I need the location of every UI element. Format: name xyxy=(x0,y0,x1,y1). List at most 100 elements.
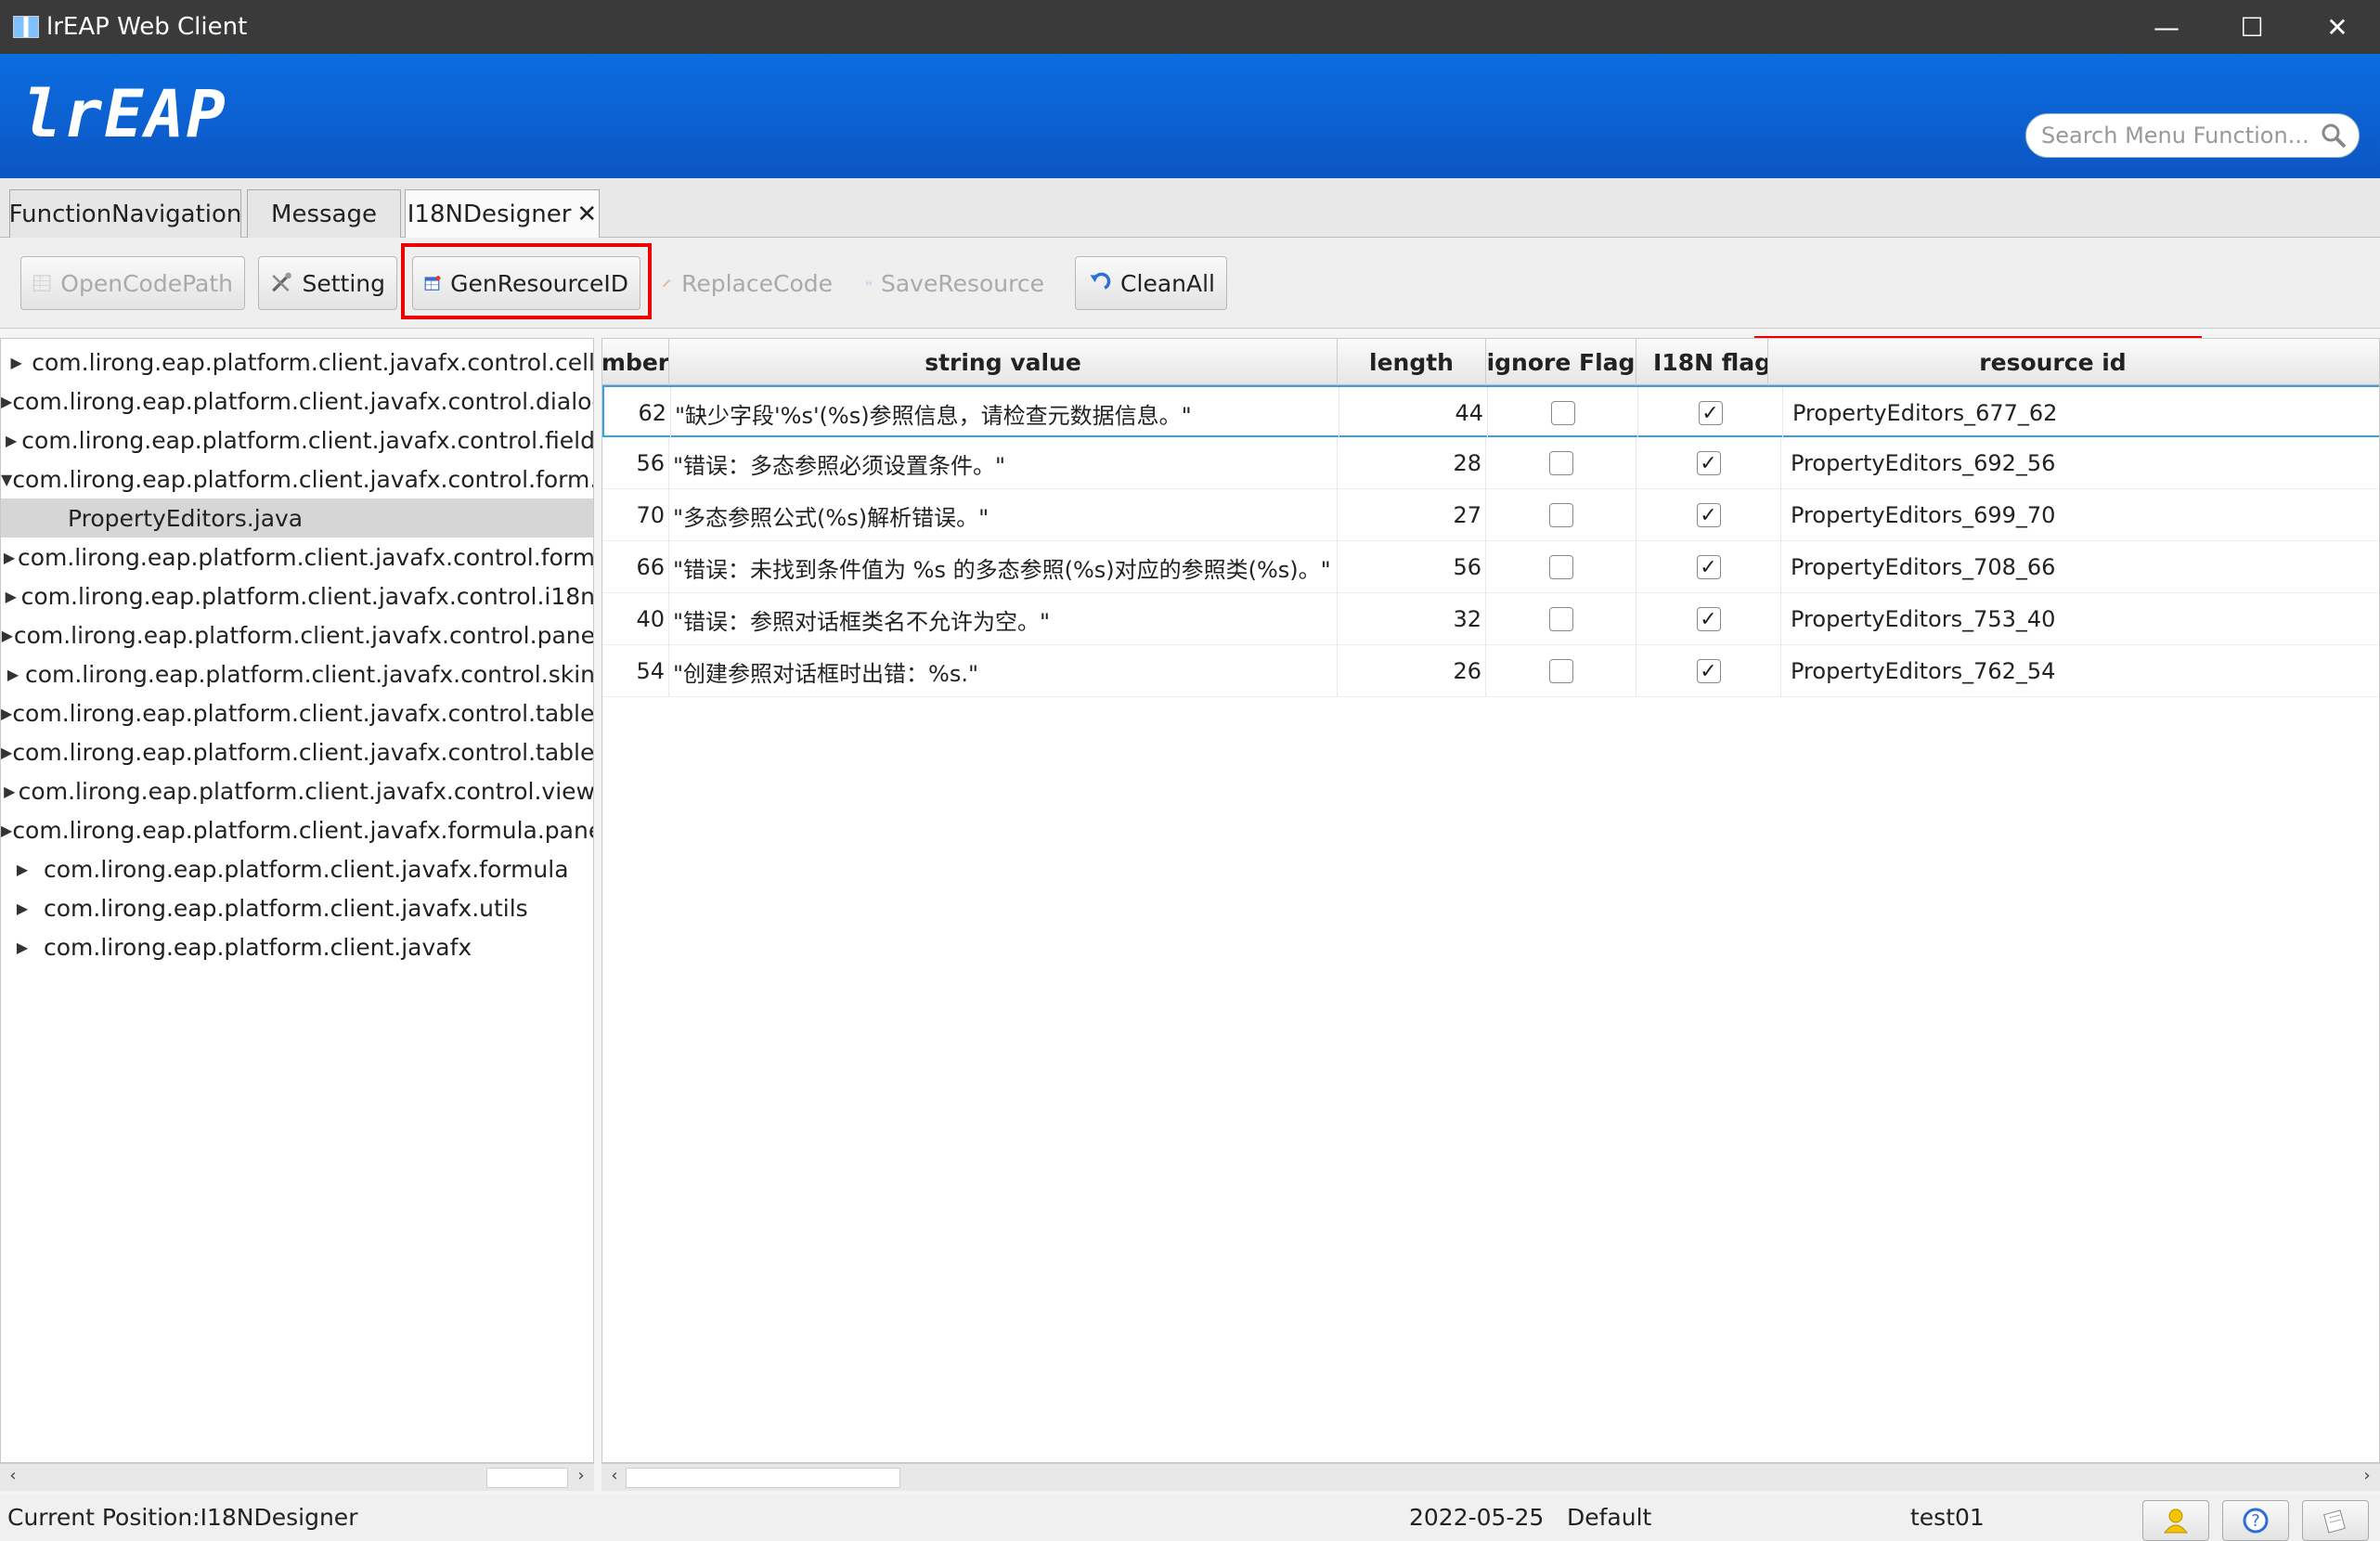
cell-number: 40 xyxy=(602,593,669,645)
tools-icon xyxy=(272,272,291,292)
maximize-button[interactable]: ☐ xyxy=(2209,0,2295,54)
tree-package-item[interactable]: ▶ com.lirong.eap.platform.client.javafx.c… xyxy=(1,576,594,615)
logo: lrEAP xyxy=(22,76,227,152)
scroll-left-arrow[interactable]: ‹ xyxy=(2,1466,24,1490)
cell-string-value: "缺少字段'%s'(%s)参照信息，请检查元数据信息。" xyxy=(671,387,1339,439)
cell-i18n-flag: ✓ xyxy=(1638,387,1783,439)
tree-package-item[interactable]: ▶ com.lirong.eap.platform.client.javafx.f… xyxy=(1,849,593,888)
ignore-flag-checkbox[interactable] xyxy=(1548,659,1573,683)
tree-item-label: com.lirong.eap.platform.client.javafx.co… xyxy=(12,699,594,727)
tree-package-item[interactable]: ▶ com.lirong.eap.platform.client.javafx.c… xyxy=(1,732,593,771)
tree-package-item[interactable]: ▶ com.lirong.eap.platform.client.javafx.c… xyxy=(1,693,594,732)
column-header-resource-id[interactable]: resource id xyxy=(1781,339,2379,385)
tab-i18n-designer[interactable]: I18NDesigner ✕ xyxy=(405,189,600,238)
i18n-flag-checkbox[interactable]: ✓ xyxy=(1696,451,1721,475)
ignore-flag-checkbox[interactable] xyxy=(1548,555,1573,579)
table-row[interactable]: 70 "多态参照公式(%s)解析错误。" 27 ✓ PropertyEditors_69… xyxy=(602,489,2379,541)
tree-package-item[interactable]: ▶ com.lirong.eap.platform.client.javafx.c… xyxy=(1,537,593,576)
i18n-flag-checkbox[interactable]: ✓ xyxy=(1696,607,1721,631)
i18n-flag-checkbox[interactable]: ✓ xyxy=(1698,401,1723,425)
save-resource-button[interactable]: SaveResource xyxy=(854,256,1056,310)
user-button[interactable] xyxy=(2142,1500,2209,1541)
collapsed-arrow-icon[interactable]: ▶ xyxy=(1,432,21,449)
scroll-left-arrow[interactable]: ‹ xyxy=(603,1466,626,1490)
ignore-flag-checkbox[interactable] xyxy=(1548,503,1573,527)
collapsed-arrow-icon[interactable]: ▶ xyxy=(1,354,32,371)
table-row[interactable]: 56 "错误：多态参照必须设置条件。" 28 ✓ PropertyEditors_692… xyxy=(602,437,2379,489)
ignore-flag-checkbox[interactable] xyxy=(1548,451,1573,475)
ignore-flag-checkbox[interactable] xyxy=(1548,607,1573,631)
tree-package-item[interactable]: ▶ com.lirong.eap.platform.client.javafx.c… xyxy=(1,615,593,654)
open-code-path-button[interactable]: OpenCodePath xyxy=(20,256,245,310)
i18n-flag-checkbox[interactable]: ✓ xyxy=(1696,503,1721,527)
clean-all-button[interactable]: CleanAll xyxy=(1075,256,1227,310)
collapsed-arrow-icon[interactable]: ▶ xyxy=(1,588,21,605)
tree-package-item[interactable]: ▶ com.lirong.eap.platform.client.javafx xyxy=(1,927,593,966)
cell-length: 32 xyxy=(1338,593,1486,645)
table-icon xyxy=(33,275,51,291)
cell-string-value: "多态参照公式(%s)解析错误。" xyxy=(669,489,1338,541)
tree-package-item[interactable]: ▶ com.lirong.eap.platform.client.javafx.c… xyxy=(1,343,593,382)
notes-button[interactable] xyxy=(2302,1500,2369,1541)
collapsed-arrow-icon[interactable]: ▶ xyxy=(1,666,25,683)
collapsed-arrow-icon[interactable]: ▶ xyxy=(1,822,12,839)
cell-length: 44 xyxy=(1339,387,1488,439)
cell-i18n-flag: ✓ xyxy=(1636,541,1781,593)
ignore-flag-checkbox[interactable] xyxy=(1550,401,1575,425)
setting-button[interactable]: Setting xyxy=(258,256,397,310)
package-tree[interactable]: ▶ com.lirong.eap.platform.client.javafx.c… xyxy=(0,338,594,1463)
column-header-string-value[interactable]: string value xyxy=(669,339,1338,385)
table-horizontal-scrollbar[interactable]: ‹ › xyxy=(601,1463,2380,1491)
collapsed-arrow-icon[interactable]: ▶ xyxy=(1,939,44,956)
tree-package-item[interactable]: ▶ com.lirong.eap.platform.client.javafx.c… xyxy=(1,654,593,693)
column-header-number[interactable]: mber xyxy=(602,339,669,385)
tree-package-item[interactable]: ▶ com.lirong.eap.platform.client.javafx.u… xyxy=(1,888,593,927)
column-header-ignore-flag[interactable]: ignore Flag xyxy=(1486,339,1636,385)
collapsed-arrow-icon[interactable]: ▶ xyxy=(1,783,19,800)
scroll-right-arrow[interactable]: › xyxy=(570,1466,592,1490)
table-row[interactable]: 54 "创建参照对话框时出错：%s." 26 ✓ PropertyEditors_762… xyxy=(602,645,2379,697)
tab-function-navigation[interactable]: FunctionNavigation xyxy=(9,189,241,238)
collapsed-arrow-icon[interactable]: ▶ xyxy=(1,627,14,644)
tab-message[interactable]: Message xyxy=(247,189,401,238)
replace-code-button[interactable]: ReplaceCode xyxy=(650,256,845,310)
minimize-button[interactable]: — xyxy=(2124,0,2209,54)
scroll-thumb[interactable] xyxy=(626,1468,900,1488)
expanded-arrow-icon[interactable]: ▼ xyxy=(1,471,12,488)
collapsed-arrow-icon[interactable]: ▶ xyxy=(1,861,44,878)
cell-resource-id: PropertyEditors_762_54 xyxy=(1781,645,2379,697)
cell-number: 56 xyxy=(602,437,669,489)
cell-resource-id: PropertyEditors_708_66 xyxy=(1781,541,2379,593)
tree-package-item[interactable]: ▶ com.lirong.eap.platform.client.javafx.c… xyxy=(1,421,593,460)
tab-close-icon[interactable]: ✕ xyxy=(576,201,597,228)
tree-package-item[interactable]: ▶ com.lirong.eap.platform.client.javafx.c… xyxy=(1,771,593,810)
collapsed-arrow-icon[interactable]: ▶ xyxy=(1,549,18,566)
table-row[interactable]: 62 "缺少字段'%s'(%s)参照信息，请检查元数据信息。" 44 ✓ Propert… xyxy=(602,385,2379,439)
search-input[interactable]: Search Menu Function... xyxy=(2025,113,2360,158)
search-icon[interactable] xyxy=(2320,122,2348,149)
collapsed-arrow-icon[interactable]: ▶ xyxy=(1,705,12,722)
tree-file-item[interactable]: PropertyEditors.java xyxy=(1,499,593,537)
column-header-length[interactable]: length xyxy=(1338,339,1486,385)
tree-horizontal-scrollbar[interactable]: ‹ › xyxy=(0,1463,594,1491)
table-row[interactable]: 66 "错误：未找到条件值为 %s 的多态参照(%s)对应的参照类(%s)。" 56… xyxy=(602,541,2379,593)
status-mode: Default xyxy=(1567,1504,1652,1531)
collapsed-arrow-icon[interactable]: ▶ xyxy=(1,744,12,761)
column-header-i18n-flag[interactable]: I18N flag xyxy=(1636,339,1768,385)
table-row[interactable]: 40 "错误：参照对话框类名不允许为空。" 32 ✓ PropertyEditors_7… xyxy=(602,593,2379,645)
collapsed-arrow-icon[interactable]: ▶ xyxy=(1,393,12,410)
tree-package-item[interactable]: ▶ com.lirong.eap.platform.client.javafx.c… xyxy=(1,382,593,421)
i18n-flag-checkbox[interactable]: ✓ xyxy=(1696,659,1721,683)
scroll-thumb[interactable] xyxy=(486,1468,568,1488)
scroll-right-arrow[interactable]: › xyxy=(2356,1466,2378,1490)
tree-package-item[interactable]: ▶ com.lirong.eap.platform.client.javafx.f… xyxy=(1,810,593,849)
collapsed-arrow-icon[interactable]: ▶ xyxy=(1,900,44,917)
cell-length: 27 xyxy=(1338,489,1486,541)
help-button[interactable]: ? xyxy=(2222,1500,2289,1541)
cell-resource-id: PropertyEditors_692_56 xyxy=(1781,437,2379,489)
cell-string-value: "错误：未找到条件值为 %s 的多态参照(%s)对应的参照类(%s)。" xyxy=(669,541,1338,593)
tree-item-label: com.lirong.eap.platform.client.javafx.co… xyxy=(20,582,594,610)
tree-package-item[interactable]: ▼ com.lirong.eap.platform.client.javafx.c… xyxy=(1,460,593,499)
i18n-flag-checkbox[interactable]: ✓ xyxy=(1696,555,1721,579)
close-window-button[interactable]: ✕ xyxy=(2295,0,2380,54)
